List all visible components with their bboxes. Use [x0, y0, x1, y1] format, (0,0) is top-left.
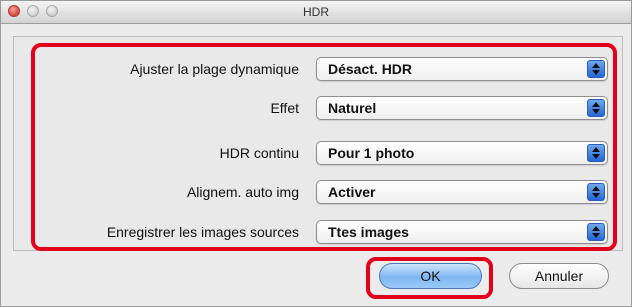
continuous-hdr-select[interactable]: Pour 1 photo	[316, 141, 608, 165]
up-down-arrows-icon	[587, 60, 605, 78]
up-down-arrows-icon	[587, 223, 605, 241]
setting-row-effect: Effet Naturel	[1, 96, 631, 120]
dynamic-range-label: Ajuster la plage dynamique	[130, 61, 299, 77]
up-down-arrows-icon	[587, 183, 605, 201]
title-bar[interactable]: HDR	[1, 1, 631, 24]
auto-align-select[interactable]: Activer	[316, 180, 608, 204]
hdr-dialog: HDR Ajuster la plage dynamique Désact. H…	[0, 0, 632, 307]
auto-align-value: Activer	[328, 184, 376, 200]
continuous-hdr-label: HDR continu	[219, 145, 299, 161]
window-title: HDR	[303, 5, 329, 19]
save-sources-label: Enregistrer les images sources	[106, 224, 299, 240]
continuous-hdr-value: Pour 1 photo	[328, 145, 415, 161]
save-sources-select[interactable]: Ttes images	[316, 220, 608, 244]
effect-label: Effet	[270, 100, 299, 116]
cancel-button[interactable]: Annuler	[509, 263, 609, 289]
setting-row-save-sources: Enregistrer les images sources Ttes imag…	[1, 220, 631, 244]
auto-align-label: Alignem. auto img	[186, 184, 299, 200]
setting-row-continuous-hdr: HDR continu Pour 1 photo	[1, 141, 631, 165]
dynamic-range-select[interactable]: Désact. HDR	[316, 57, 608, 81]
up-down-arrows-icon	[587, 99, 605, 117]
setting-row-dynamic-range: Ajuster la plage dynamique Désact. HDR	[1, 57, 631, 81]
setting-row-auto-align: Alignem. auto img Activer	[1, 180, 631, 204]
save-sources-value: Ttes images	[328, 224, 409, 240]
effect-value: Naturel	[328, 100, 377, 116]
up-down-arrows-icon	[587, 144, 605, 162]
ok-button[interactable]: OK	[379, 263, 482, 289]
dynamic-range-value: Désact. HDR	[328, 61, 413, 77]
effect-select[interactable]: Naturel	[316, 96, 608, 120]
